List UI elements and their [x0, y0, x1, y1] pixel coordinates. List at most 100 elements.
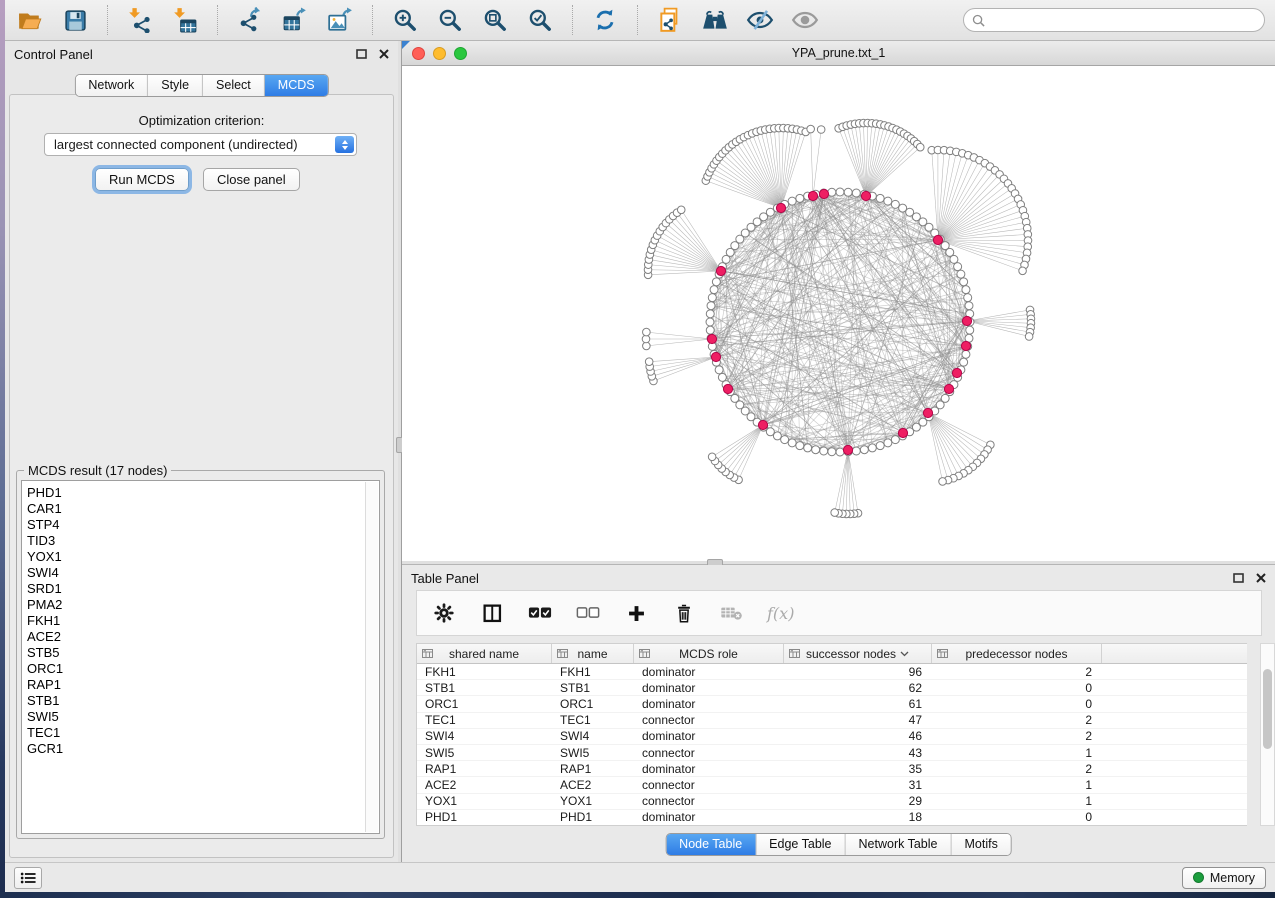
mcds-result-item[interactable]: PHD1 [27, 485, 379, 501]
cell-successor-nodes[interactable]: 43 [784, 746, 932, 760]
graph-node[interactable] [1025, 333, 1033, 341]
graph-node[interactable] [708, 453, 716, 461]
mcds-result-list[interactable]: PHD1CAR1STP4TID3YOX1SWI4SRD1PMA2FKH1ACE2… [21, 480, 380, 834]
cell-name[interactable]: ACE2 [552, 778, 634, 792]
graph-node[interactable] [708, 294, 716, 302]
graph-node[interactable] [706, 310, 714, 318]
table-row[interactable]: YOX1YOX1connector291 [417, 794, 1247, 810]
tab-motifs[interactable]: Motifs [951, 834, 1010, 855]
graph-node[interactable] [960, 278, 968, 286]
graph-node[interactable] [884, 439, 892, 447]
zoom-fit-button[interactable] [480, 5, 510, 35]
graph-node[interactable] [712, 278, 720, 286]
cell-shared-name[interactable]: ORC1 [417, 697, 552, 711]
cell-mcds-role[interactable]: dominator [634, 729, 784, 743]
graph-node[interactable] [643, 328, 651, 336]
cell-successor-nodes[interactable]: 29 [784, 794, 932, 808]
cell-mcds-role[interactable]: dominator [634, 697, 784, 711]
graph-node[interactable] [960, 358, 968, 366]
save-session-button[interactable] [60, 5, 90, 35]
mcds-result-item[interactable]: TID3 [27, 533, 379, 549]
cell-successor-nodes[interactable]: 31 [784, 778, 932, 792]
mcds-result-item[interactable]: STB5 [27, 645, 379, 661]
export-table-button[interactable] [280, 5, 310, 35]
select-all-button[interactable] [527, 600, 553, 626]
cell-name[interactable]: ORC1 [552, 697, 634, 711]
zoom-out-button[interactable] [435, 5, 465, 35]
zoom-selected-button[interactable] [525, 5, 555, 35]
graph-node[interactable] [916, 143, 924, 151]
cell-predecessor-nodes[interactable]: 1 [932, 778, 1102, 792]
cell-shared-name[interactable]: SWI4 [417, 729, 552, 743]
graph-hub-node[interactable] [808, 191, 817, 200]
graph-node[interactable] [1019, 267, 1027, 275]
criterion-dropdown[interactable]: largest connected component (undirected) [44, 133, 357, 156]
graph-node[interactable] [836, 448, 844, 456]
mcds-result-item[interactable]: RAP1 [27, 677, 379, 693]
zoom-in-button[interactable] [390, 5, 420, 35]
minimize-traffic-light[interactable] [433, 47, 446, 60]
graph-hub-node[interactable] [776, 203, 785, 212]
run-mcds-button[interactable]: Run MCDS [95, 168, 189, 191]
cell-predecessor-nodes[interactable]: 0 [932, 697, 1102, 711]
cell-shared-name[interactable]: RAP1 [417, 762, 552, 776]
graph-node[interactable] [715, 366, 723, 374]
graph-node[interactable] [939, 478, 947, 486]
cell-predecessor-nodes[interactable]: 2 [932, 762, 1102, 776]
network-canvas[interactable] [402, 66, 1275, 561]
cell-successor-nodes[interactable]: 46 [784, 729, 932, 743]
mcds-result-item[interactable]: ORC1 [27, 661, 379, 677]
mcds-result-item[interactable]: STP4 [27, 517, 379, 533]
search-box[interactable] [963, 8, 1265, 32]
cell-shared-name[interactable]: SWI5 [417, 746, 552, 760]
table-row[interactable]: ORC1ORC1dominator610 [417, 696, 1247, 712]
cell-shared-name[interactable]: YOX1 [417, 794, 552, 808]
cell-successor-nodes[interactable]: 18 [784, 810, 932, 824]
graph-node[interactable] [677, 206, 685, 214]
graph-node[interactable] [891, 200, 899, 208]
cell-predecessor-nodes[interactable]: 2 [932, 665, 1102, 679]
tab-select[interactable]: Select [203, 75, 265, 96]
close-panel-button[interactable]: Close panel [203, 168, 300, 191]
graph-node[interactable] [966, 326, 974, 334]
graph-node[interactable] [812, 446, 820, 454]
close-icon[interactable] [1256, 573, 1266, 583]
table-row[interactable]: ACE2ACE2connector311 [417, 777, 1247, 793]
tab-network-table[interactable]: Network Table [846, 834, 952, 855]
cell-shared-name[interactable]: PHD1 [417, 810, 552, 824]
graph-hub-node[interactable] [861, 191, 870, 200]
cell-shared-name[interactable]: ACE2 [417, 778, 552, 792]
graph-node[interactable] [891, 436, 899, 444]
cell-mcds-role[interactable]: dominator [634, 762, 784, 776]
graph-node[interactable] [788, 197, 796, 205]
table-row[interactable]: RAP1RAP1dominator352 [417, 761, 1247, 777]
graph-node[interactable] [820, 447, 828, 455]
graph-node[interactable] [868, 444, 876, 452]
graph-hub-node[interactable] [707, 334, 716, 343]
graph-hub-node[interactable] [961, 341, 970, 350]
table-row[interactable]: STB1STB1dominator620 [417, 680, 1247, 696]
cell-name[interactable]: FKH1 [552, 665, 634, 679]
graph-hub-node[interactable] [723, 384, 732, 393]
show-columns-button[interactable] [479, 600, 505, 626]
graph-node[interactable] [954, 263, 962, 271]
mcds-list-scrollbar[interactable] [365, 482, 378, 832]
tab-mcds[interactable]: MCDS [265, 75, 328, 96]
graph-node[interactable] [962, 286, 970, 294]
graph-node[interactable] [718, 373, 726, 381]
float-window-icon[interactable] [1233, 573, 1244, 583]
graph-node[interactable] [876, 442, 884, 450]
graph-hub-node[interactable] [923, 408, 932, 417]
graph-node[interactable] [828, 188, 836, 196]
cell-name[interactable]: PHD1 [552, 810, 634, 824]
tab-node-table[interactable]: Node Table [666, 834, 756, 855]
cell-successor-nodes[interactable]: 61 [784, 697, 932, 711]
graph-node[interactable] [807, 125, 815, 133]
graph-node[interactable] [860, 446, 868, 454]
graph-node[interactable] [831, 509, 839, 517]
deselect-all-button[interactable] [575, 600, 601, 626]
mcds-result-item[interactable]: FKH1 [27, 613, 379, 629]
cell-successor-nodes[interactable]: 62 [784, 681, 932, 695]
mcds-result-item[interactable]: PMA2 [27, 597, 379, 613]
cell-mcds-role[interactable]: connector [634, 794, 784, 808]
